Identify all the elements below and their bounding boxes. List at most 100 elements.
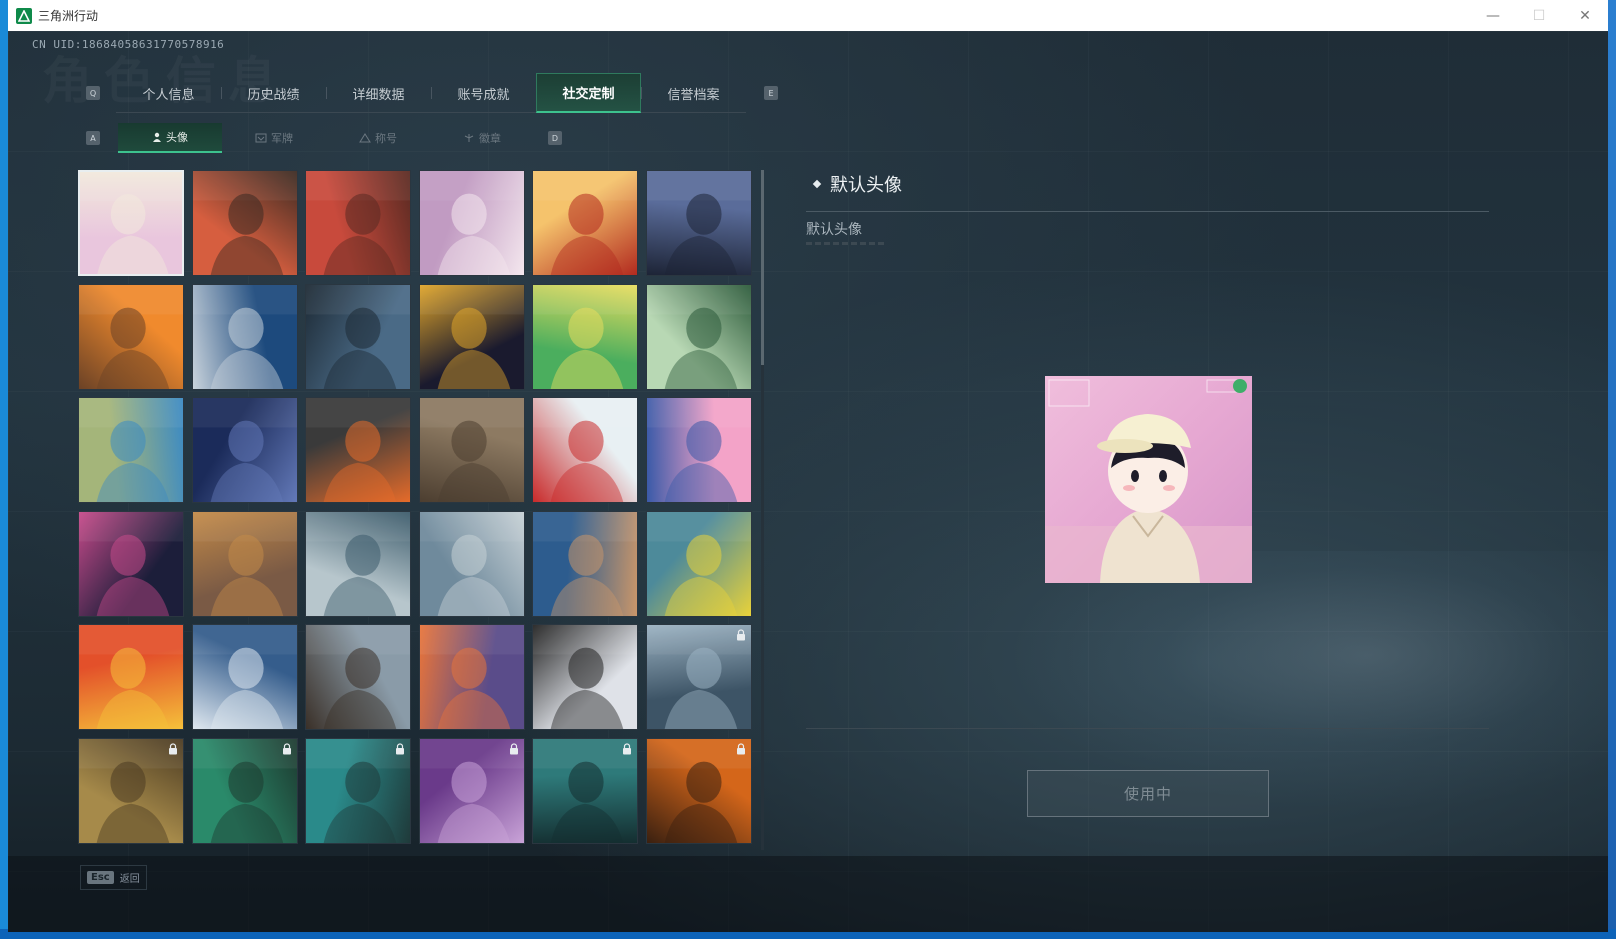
- main-tab-bar: Q 个人信息 历史战绩 详细数据 账号成就 社交定制 信誉档案 E: [86, 73, 806, 113]
- avatar-art: [306, 511, 411, 616]
- avatar-art: [79, 398, 183, 503]
- avatar-preview-image: [1045, 376, 1252, 583]
- avatar-art: [646, 284, 751, 389]
- avatar-art: [306, 284, 411, 389]
- avatar-art: [79, 284, 183, 389]
- avatar-tile-archer-girl[interactable]: [532, 510, 639, 617]
- avatar-art: [533, 625, 638, 730]
- avatar-tile-snow-cabin-moon[interactable]: [418, 624, 525, 731]
- tab-credit-record[interactable]: 信誉档案: [641, 73, 746, 113]
- avatar-tile-default-cartoon-boy[interactable]: [78, 170, 184, 276]
- avatar-tile-bearded-headset[interactable]: [78, 737, 184, 844]
- window-title: 三角洲行动: [38, 9, 99, 23]
- subtitle-underline: [806, 242, 886, 245]
- avatar-tile-sniper-scope[interactable]: [305, 283, 412, 390]
- avatar-tile-blue-vase[interactable]: [78, 397, 184, 504]
- avatar-tile-feather-pattern[interactable]: [305, 397, 412, 504]
- avatar-art: [192, 511, 297, 616]
- avatar-tile-pilot-portrait[interactable]: [645, 624, 752, 731]
- avatar-tile-white-hair-girl[interactable]: [418, 170, 525, 276]
- avatar-art: [419, 284, 524, 389]
- tab-achievements[interactable]: 账号成就: [431, 73, 536, 113]
- tab-personal-info[interactable]: 个人信息: [116, 73, 221, 113]
- emblem-icon: [464, 134, 474, 142]
- next-tab-key-hint[interactable]: E: [764, 86, 778, 100]
- avatar-tile-muscle-operator-orange[interactable]: [78, 283, 184, 390]
- avatar-tile-explosion-hand[interactable]: [78, 624, 184, 731]
- avatar-tile-helmet-soldier-red[interactable]: [305, 170, 412, 276]
- avatar-tile-wave-dragon[interactable]: [305, 510, 412, 617]
- avatar-scrollbar-thumb[interactable]: [761, 170, 764, 365]
- subtab-title-label: 称号: [375, 132, 397, 145]
- avatar-tile-starry-soldiers[interactable]: [191, 397, 298, 504]
- sub-tab-bar: A 头像 军牌 称号 徽章 D: [86, 123, 562, 153]
- subtab-dogtag[interactable]: 军牌: [222, 123, 326, 153]
- avatar-art: [419, 625, 524, 730]
- avatar-tile-red-bean-soup[interactable]: [532, 170, 639, 276]
- avatar-tile-alligator-sign[interactable]: [645, 510, 752, 617]
- avatar-art: [533, 398, 638, 503]
- next-subtab-key-hint[interactable]: D: [548, 131, 562, 145]
- prev-subtab-key-hint[interactable]: A: [86, 131, 100, 145]
- back-label: 返回: [119, 874, 140, 885]
- minimize-button[interactable]: —: [1470, 0, 1516, 31]
- avatar-tile-mountain-climber[interactable]: [418, 510, 525, 617]
- avatar-tile-bearded-cap-soldier[interactable]: [191, 170, 298, 276]
- back-button[interactable]: Esc 返回: [80, 865, 147, 890]
- avatar-tile-fireworks-night[interactable]: [78, 510, 184, 617]
- subtab-avatar-label: 头像: [166, 131, 188, 144]
- avatar-art: [533, 171, 638, 275]
- avatar-tile-armored-teal[interactable]: [532, 737, 639, 844]
- avatar-art: [646, 171, 751, 275]
- title-bar: 三角洲行动 — ☐ ✕: [8, 0, 1608, 31]
- avatar-tile-rusty-car-desert[interactable]: [418, 397, 525, 504]
- avatar-grid: [78, 170, 758, 850]
- avatar-tile-arctic-soldier[interactable]: [191, 624, 298, 731]
- lock-icon: [169, 743, 177, 755]
- avatar-tile-snowman-2025[interactable]: [532, 397, 639, 504]
- maximize-button[interactable]: ☐: [1516, 0, 1562, 31]
- avatar-tile-night-gunner[interactable]: [645, 170, 752, 276]
- avatar-art: [646, 398, 751, 503]
- avatar-art: [192, 171, 297, 275]
- avatar-tile-glasses-agent[interactable]: [191, 283, 298, 390]
- avatar-tile-scales-emblem[interactable]: [191, 510, 298, 617]
- game-content: 角色信息 CN UID:18684058631770578916 Q 个人信息 …: [8, 31, 1608, 932]
- subtab-dogtag-label: 军牌: [271, 132, 293, 145]
- tab-detailed-stats[interactable]: 详细数据: [326, 73, 431, 113]
- prev-tab-key-hint[interactable]: Q: [86, 86, 100, 100]
- avatar-tile-city-skyline-soldier[interactable]: [305, 624, 412, 731]
- avatar-art: [80, 172, 182, 274]
- avatar-art: [646, 511, 751, 616]
- desktop-edge-right: [1608, 0, 1616, 939]
- close-button[interactable]: ✕: [1562, 0, 1608, 31]
- avatar-tile-way-out-sign[interactable]: [645, 283, 752, 390]
- diamond-icon: [812, 179, 822, 189]
- avatar-tile-map-book-dark[interactable]: [418, 283, 525, 390]
- avatar-tile-chibi-girl-goggles[interactable]: [645, 397, 752, 504]
- avatar-tile-masked-orange[interactable]: [645, 737, 752, 844]
- avatar-art: [533, 284, 638, 389]
- subtab-emblem-label: 徽章: [479, 132, 501, 145]
- in-use-button[interactable]: 使用中: [1027, 770, 1269, 817]
- game-window: 三角洲行动 — ☐ ✕ 角色信息 CN UID:1868405863177057…: [8, 0, 1608, 932]
- avatar-art: [79, 625, 183, 730]
- tab-social-custom[interactable]: 社交定制: [536, 73, 641, 113]
- avatar-preview: [1045, 376, 1252, 583]
- lock-icon: [509, 743, 518, 755]
- subtab-emblem[interactable]: 徽章: [430, 123, 534, 153]
- tab-match-history[interactable]: 历史战绩: [221, 73, 326, 113]
- esc-key-hint: Esc: [87, 871, 114, 884]
- avatar-tile-calligraphy-art[interactable]: [532, 624, 639, 731]
- avatar-art: [306, 625, 411, 730]
- avatar-tile-purple-helmet-girl[interactable]: [418, 737, 525, 844]
- badge-icon: [255, 133, 267, 143]
- avatar-art: [419, 171, 524, 275]
- subtab-avatar[interactable]: 头像: [118, 123, 222, 153]
- avatar-tile-exit-door-green[interactable]: [532, 283, 639, 390]
- avatar-tile-green-headphones-man[interactable]: [191, 737, 298, 844]
- subtab-title[interactable]: 称号: [326, 123, 430, 153]
- avatar-art: [192, 284, 297, 389]
- avatar-detail-heading: 默认头像: [812, 171, 902, 197]
- avatar-tile-glasses-beard-teal[interactable]: [305, 737, 412, 844]
